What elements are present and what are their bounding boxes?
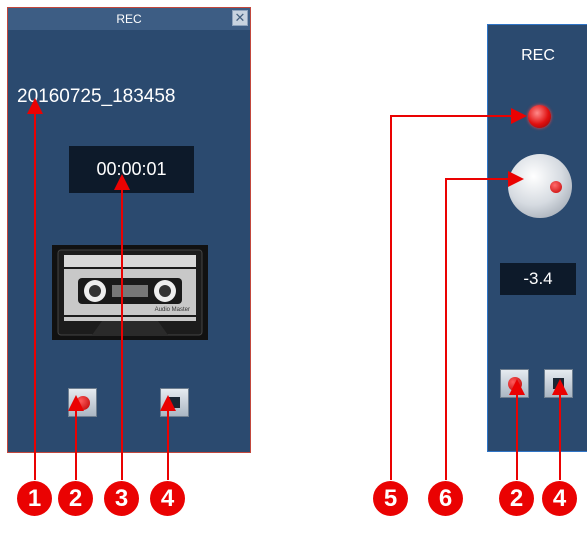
callout-badge: 4 — [542, 481, 577, 516]
callout-badge: 6 — [428, 481, 463, 516]
callout-lines — [27, 98, 568, 480]
callout-badge: 1 — [17, 481, 52, 516]
callout-badge: 5 — [373, 481, 408, 516]
callout-badge: 2 — [499, 481, 534, 516]
callout-badge: 2 — [58, 481, 93, 516]
callout-badge: 3 — [104, 481, 139, 516]
callout-badge: 4 — [150, 481, 185, 516]
